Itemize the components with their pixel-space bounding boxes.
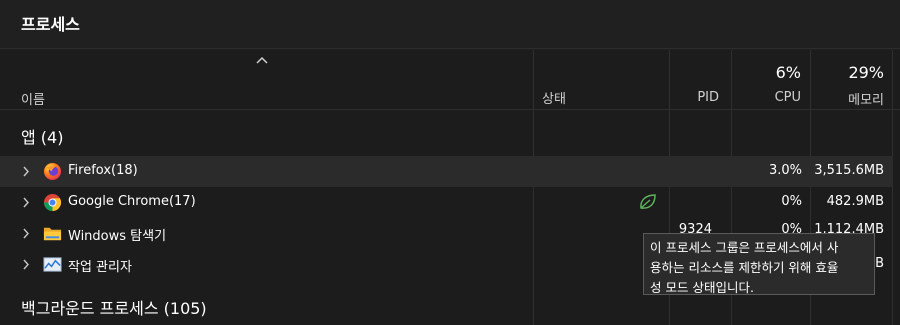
chevron-right-icon[interactable] — [22, 166, 30, 177]
efficiency-leaf-icon[interactable] — [637, 192, 659, 212]
process-row-chrome[interactable]: Google Chrome(17) 0% 482.9MB — [0, 187, 893, 218]
column-header-pid[interactable]: PID — [697, 90, 719, 105]
group-header-background: 백그라운드 프로세스 (105) — [21, 299, 207, 318]
chevron-right-icon[interactable] — [22, 259, 30, 270]
tooltip-line: 용하는 리소스를 제한하기 위해 효율 — [650, 260, 839, 275]
group-header-apps: 앱 (4) — [21, 128, 64, 147]
title-bar: 프로세스 — [0, 0, 900, 49]
column-header-memory[interactable]: 메모리 — [848, 89, 884, 108]
memory-value: 482.9MB — [826, 194, 884, 209]
memory-total-percent: 29% — [848, 63, 884, 82]
efficiency-mode-tooltip: 이 프로세스 그룹은 프로세스에서 사 용하는 리소스를 제한하기 위해 효율 … — [643, 233, 875, 295]
firefox-icon — [43, 162, 62, 181]
memory-value: 3,515.6MB — [814, 163, 884, 178]
chrome-icon — [43, 193, 62, 212]
cpu-total-percent: 6% — [775, 63, 801, 82]
cpu-value: 0% — [781, 194, 802, 209]
column-header-name[interactable]: 이름 — [21, 89, 45, 108]
chevron-right-icon[interactable] — [22, 228, 30, 239]
process-name: Windows 탐색기 — [68, 229, 167, 244]
process-name: 작업 관리자 — [68, 260, 132, 275]
process-name: Google Chrome(17) — [68, 194, 196, 209]
tooltip-line: 이 프로세스 그룹은 프로세스에서 사 — [650, 240, 839, 255]
column-header-row: 이름 상태 PID 6% CPU 29% 메모리 — [0, 50, 900, 110]
task-manager-icon — [43, 257, 62, 272]
tooltip-line: 성 모드 상태입니다. — [650, 280, 754, 295]
page-title: 프로세스 — [21, 15, 80, 34]
folder-icon — [43, 227, 62, 241]
column-header-status[interactable]: 상태 — [542, 88, 566, 107]
process-row-firefox[interactable]: Firefox(18) 3.0% 3,515.6MB — [0, 156, 893, 187]
sort-ascending-icon[interactable] — [256, 56, 268, 64]
column-header-cpu[interactable]: CPU — [775, 90, 801, 105]
chevron-right-icon[interactable] — [22, 197, 30, 208]
cpu-value: 3.0% — [768, 163, 802, 178]
process-name: Firefox(18) — [68, 163, 138, 178]
